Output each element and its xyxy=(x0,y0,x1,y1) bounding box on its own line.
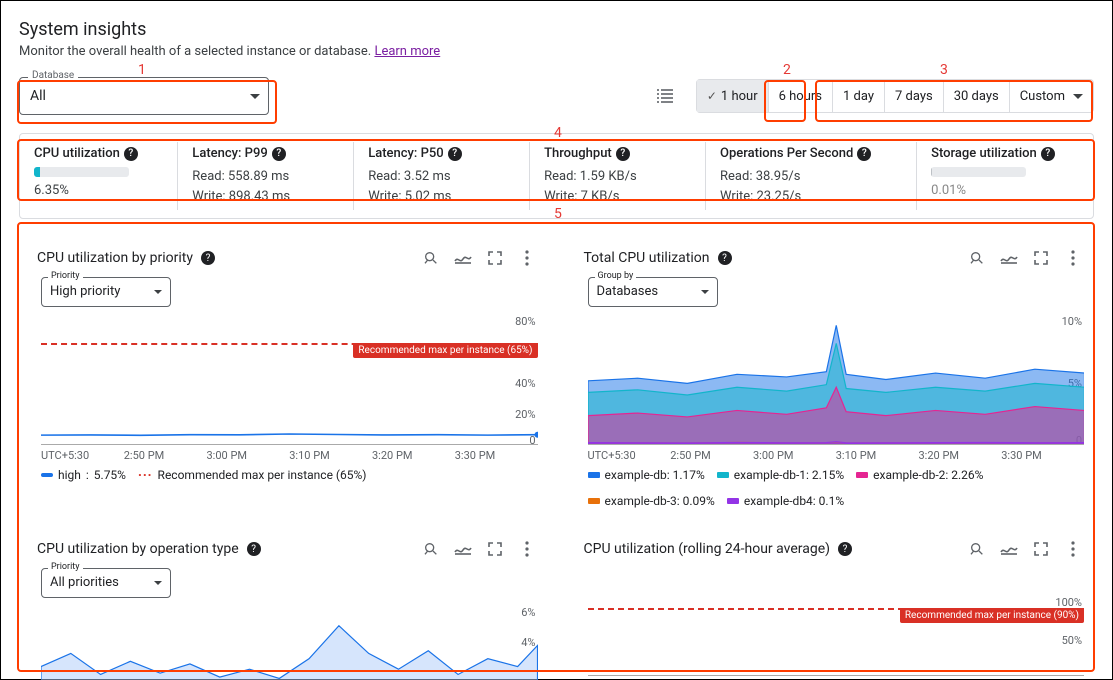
database-select-label: Database xyxy=(28,70,78,81)
menu-icon[interactable] xyxy=(1062,538,1084,560)
explore-icon[interactable] xyxy=(966,538,988,560)
chart-cpu-rolling: CPU utilization (rolling 24-hour average… xyxy=(566,532,1095,680)
priority-select[interactable]: Priority All priorities xyxy=(41,568,171,598)
metric-cpu-util: CPU utilization? 6.35% xyxy=(20,142,178,210)
legend-item: example-db-2: 2.26% xyxy=(856,468,983,482)
help-icon[interactable]: ? xyxy=(857,147,871,161)
menu-icon[interactable] xyxy=(516,247,538,269)
legend-icon[interactable] xyxy=(998,247,1020,269)
chart-total-cpu: Total CPU utilization ? Group by Databas… xyxy=(566,241,1095,514)
help-icon[interactable]: ? xyxy=(272,147,286,161)
metric-storage-util: Storage utilization? 0.01% xyxy=(917,142,1093,210)
annotation-2: 2 xyxy=(783,62,791,78)
legend-item: example-db: 1.17% xyxy=(588,468,705,482)
chart-cpu-by-op: CPU utilization by operation type ? Prio… xyxy=(19,532,548,680)
help-icon[interactable]: ? xyxy=(448,147,462,161)
help-icon[interactable]: ? xyxy=(838,542,852,556)
list-icon xyxy=(655,88,675,104)
help-icon[interactable]: ? xyxy=(201,251,215,265)
fullscreen-icon[interactable] xyxy=(1030,538,1052,560)
time-range-option[interactable]: 1 day xyxy=(833,80,885,112)
metric-latency-p50: Latency: P50? Read: 3.52 ms Write: 5.02 … xyxy=(354,142,530,210)
explore-icon[interactable] xyxy=(420,538,442,560)
explore-icon[interactable] xyxy=(966,247,988,269)
annotation-1: 1 xyxy=(138,62,146,78)
legend-item: example-db-3: 0.09% xyxy=(588,494,715,508)
recommended-badge: Recommended max per instance (90%) xyxy=(900,608,1084,623)
menu-icon[interactable] xyxy=(1062,247,1084,269)
help-icon[interactable]: ? xyxy=(616,147,630,161)
annotation-3: 3 xyxy=(940,62,948,78)
menu-icon[interactable] xyxy=(516,538,538,560)
database-select-value: All xyxy=(30,88,46,104)
legend-item: high: 5.75% xyxy=(41,468,126,482)
page-title: System insights xyxy=(19,19,1094,40)
legend-icon[interactable] xyxy=(452,538,474,560)
help-icon[interactable]: ? xyxy=(247,542,261,556)
page-subtitle: Monitor the overall health of a selected… xyxy=(19,44,1094,59)
legend-icon[interactable] xyxy=(998,538,1020,560)
time-range-option[interactable]: 7 days xyxy=(885,80,944,112)
chevron-down-icon xyxy=(154,290,162,294)
legend-item: example-db-1: 2.15% xyxy=(717,468,844,482)
fullscreen-icon[interactable] xyxy=(484,538,506,560)
help-icon[interactable]: ? xyxy=(1041,147,1055,161)
time-range-option[interactable]: ✓1 hour xyxy=(697,80,769,112)
time-range-option[interactable]: 30 days xyxy=(944,80,1010,112)
annotation-4: 4 xyxy=(554,125,562,141)
time-range-option[interactable]: 6 hours xyxy=(769,80,833,112)
metric-throughput: Throughput? Read: 1.59 KB/s Write: 7 KB/… xyxy=(530,142,706,210)
help-icon[interactable]: ? xyxy=(718,251,732,265)
help-icon[interactable]: ? xyxy=(124,147,138,161)
groupby-select[interactable]: Group by Databases xyxy=(588,277,718,307)
learn-more-link[interactable]: Learn more xyxy=(374,44,440,59)
fullscreen-icon[interactable] xyxy=(484,247,506,269)
legend-icon[interactable] xyxy=(452,247,474,269)
metric-ops: Operations Per Second? Read: 38.95/s Wri… xyxy=(706,142,917,210)
chevron-down-icon xyxy=(701,290,709,294)
database-select[interactable]: Database All xyxy=(19,77,269,115)
chart-cpu-by-priority: CPU utilization by priority ? Priority H… xyxy=(19,241,548,514)
time-range-option[interactable]: Custom xyxy=(1010,80,1093,112)
legend-item: ··· Recommended max per instance (65%) xyxy=(138,468,367,482)
priority-select[interactable]: Priority High priority xyxy=(41,277,171,307)
metric-latency-p99: Latency: P99? Read: 558.89 ms Write: 898… xyxy=(178,142,354,210)
chevron-down-icon xyxy=(154,581,162,585)
chevron-down-icon xyxy=(1073,94,1083,99)
time-range-selector: ✓1 hour6 hours1 day7 days30 daysCustom xyxy=(696,79,1094,113)
list-view-button[interactable] xyxy=(648,79,682,113)
explore-icon[interactable] xyxy=(420,247,442,269)
annotation-5: 5 xyxy=(554,206,562,222)
fullscreen-icon[interactable] xyxy=(1030,247,1052,269)
legend-item: example-db4: 0.1% xyxy=(727,494,844,508)
chevron-down-icon xyxy=(250,94,260,99)
